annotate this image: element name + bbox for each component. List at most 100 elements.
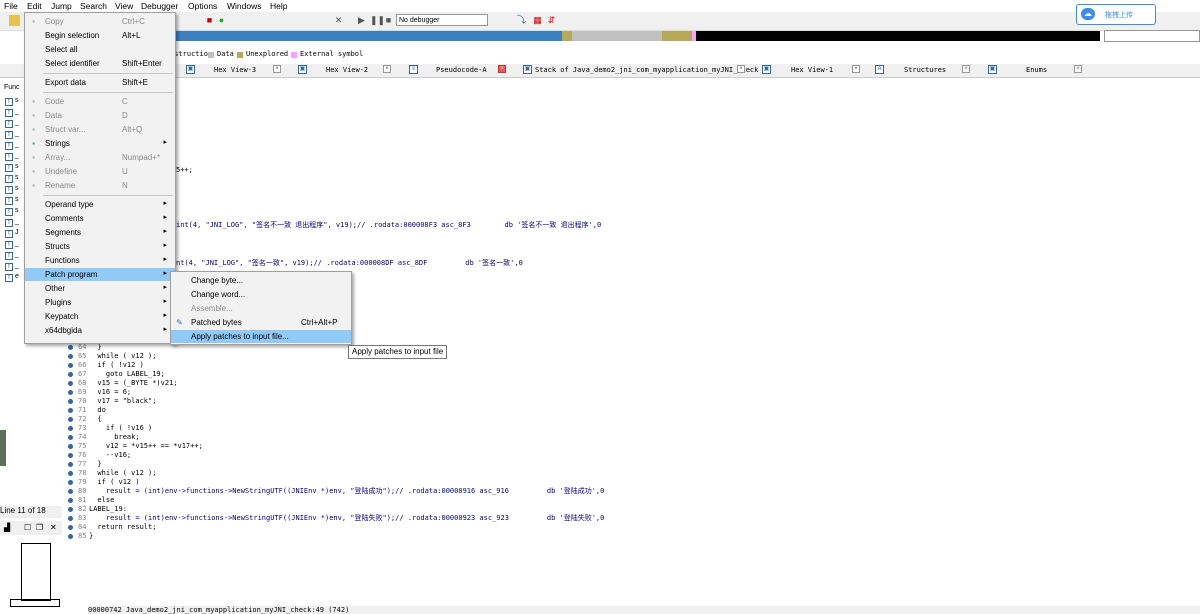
code-line[interactable]: v16 = 6; xyxy=(89,388,131,397)
stack-icon[interactable]: ▣ xyxy=(523,65,532,74)
function-item[interactable]: s xyxy=(15,97,19,104)
submenu-item-apply-patches-to-input-file[interactable]: Apply patches to input file... xyxy=(171,330,351,343)
menu-search[interactable]: Search xyxy=(80,1,107,11)
tab-pseudocode-a[interactable]: Pseudocode-A xyxy=(436,66,487,74)
function-item[interactable]: e xyxy=(15,273,19,280)
pause-icon[interactable]: ❚❚ xyxy=(370,15,385,26)
code-line[interactable]: while ( v12 ); xyxy=(89,352,156,361)
breakpoint-dot[interactable] xyxy=(68,453,73,458)
breakpoint-dot[interactable] xyxy=(68,444,73,449)
function-item[interactable]: s xyxy=(15,185,19,192)
navigation-band[interactable] xyxy=(176,31,1100,41)
tab-structures[interactable]: Structures xyxy=(904,66,946,74)
menu-item-code[interactable]: ▪ Code C xyxy=(25,95,175,108)
function-item[interactable]: s xyxy=(15,174,19,181)
code-line[interactable]: 5++; xyxy=(176,166,193,175)
breakpoint-dot[interactable] xyxy=(68,381,73,386)
menu-item-copy[interactable]: ▪ Copy Ctrl+C xyxy=(25,15,175,28)
close-icon[interactable]: × xyxy=(962,65,970,73)
function-item[interactable]: _ xyxy=(15,130,19,137)
menu-item-patch-program[interactable]: Patch program ▸ xyxy=(25,268,175,281)
menu-help[interactable]: Help xyxy=(270,1,287,11)
code-line[interactable]: } xyxy=(89,343,101,352)
xref-icon[interactable]: ⇵ xyxy=(546,15,557,26)
menu-item-structs[interactable]: Structs ▸ xyxy=(25,240,175,253)
breakpoint-dot[interactable] xyxy=(68,498,73,503)
code-line[interactable]: goto LABEL_19; xyxy=(89,370,165,379)
breakpoint-dot[interactable] xyxy=(68,417,73,422)
function-item[interactable]: _ xyxy=(15,218,19,225)
menu-item-keypatch[interactable]: Keypatch ▸ xyxy=(25,310,175,323)
submenu-item-patched-bytes[interactable]: ✎ Patched bytes Ctrl+Alt+P xyxy=(171,316,351,329)
tab-stack-of-java-demo2-jni-com-myapplication-myjni-check[interactable]: Stack of Java_demo2_jni_com_myapplicatio… xyxy=(535,66,758,74)
menu-item-undefine[interactable]: ▪ Undefine U xyxy=(25,165,175,178)
structures-icon[interactable]: A xyxy=(875,65,884,74)
breakpoint-dot[interactable] xyxy=(68,345,73,350)
breakpoint-dot[interactable] xyxy=(68,516,73,521)
code-line[interactable]: v17 = "black"; xyxy=(89,397,156,406)
cloud-upload-button[interactable]: ☁ 拖拽上传 xyxy=(1076,4,1156,25)
menu-item-strings[interactable]: ▪ Strings ▸ xyxy=(25,137,175,150)
close-icon[interactable]: × xyxy=(1074,65,1082,73)
debugger-select[interactable]: No debugger xyxy=(396,14,488,26)
address-combo[interactable] xyxy=(1104,30,1200,42)
code-line[interactable]: int(4, "JNI_LOG", "签名不一致 退出程序", v19);// … xyxy=(176,221,601,230)
close-icon[interactable]: × xyxy=(498,65,506,73)
code-line[interactable]: if ( v12 ) xyxy=(89,478,139,487)
function-item[interactable]: s xyxy=(15,163,19,170)
menu-item-comments[interactable]: Comments ▸ xyxy=(25,212,175,225)
hex-view-icon[interactable]: ▣ xyxy=(186,65,195,74)
menu-item-x64dbgida[interactable]: x64dbgida ▸ xyxy=(25,324,175,337)
maximize-icon[interactable]: ☐ xyxy=(24,523,31,532)
menu-item-segments[interactable]: Segments ▸ xyxy=(25,226,175,239)
submenu-item-assemble[interactable]: Assemble... xyxy=(171,302,351,315)
restore-icon[interactable]: ❐ xyxy=(36,523,43,532)
function-item[interactable]: s xyxy=(15,196,19,203)
tab-enums[interactable]: Enums xyxy=(1026,66,1047,74)
breakpoint-dot[interactable] xyxy=(68,471,73,476)
code-line[interactable]: { xyxy=(89,415,101,424)
code-line[interactable]: v15 = (_BYTE *)v21; xyxy=(89,379,177,388)
menu-edit[interactable]: Edit xyxy=(27,1,42,11)
menu-item-select-all[interactable]: Select all xyxy=(25,43,175,56)
menu-item-begin-selection[interactable]: Begin selection Alt+L xyxy=(25,29,175,42)
menu-item-data[interactable]: ▪ Data D xyxy=(25,109,175,122)
code-line[interactable]: else xyxy=(89,496,114,505)
breakpoint-dot[interactable] xyxy=(68,507,73,512)
code-line[interactable]: if ( !v12 ) xyxy=(89,361,143,370)
menu-item-struct-var[interactable]: ▪ Struct var... Alt+Q xyxy=(25,123,175,136)
menu-item-array[interactable]: ▪ Array... Numpad+* xyxy=(25,151,175,164)
menu-view[interactable]: View xyxy=(115,1,133,11)
code-line[interactable]: result = (int)env->functions->NewStringU… xyxy=(89,487,605,496)
hex-view-icon[interactable]: ▣ xyxy=(762,65,771,74)
enums-icon[interactable]: ▣ xyxy=(988,65,997,74)
breakpoint-dot[interactable] xyxy=(68,354,73,359)
close-icon[interactable]: × xyxy=(852,65,860,73)
code-line[interactable]: nt(4, "JNI_LOG", "签名一致", v19);// .rodata… xyxy=(176,259,523,268)
stop-icon[interactable]: ■ xyxy=(204,15,215,26)
submenu-item-change-byte[interactable]: Change byte... xyxy=(171,274,351,287)
code-line[interactable]: do xyxy=(89,406,105,415)
breakpoint-dot[interactable] xyxy=(68,372,73,377)
function-item[interactable]: _ xyxy=(15,141,19,148)
graph-icon[interactable]: ▦ xyxy=(532,15,543,26)
tab-hex-view-1[interactable]: Hex View-1 xyxy=(791,66,833,74)
menu-debugger[interactable]: Debugger xyxy=(141,1,178,11)
function-item[interactable]: _ xyxy=(15,240,19,247)
code-line[interactable]: break; xyxy=(89,433,139,442)
hex-view-icon[interactable]: ▣ xyxy=(298,65,307,74)
code-line[interactable]: } xyxy=(89,460,101,469)
breakpoint-dot[interactable] xyxy=(68,408,73,413)
code-line[interactable]: v12 = *v15++ == *v17++; xyxy=(89,442,203,451)
code-line[interactable]: } xyxy=(89,532,93,541)
breakpoint-dot[interactable] xyxy=(68,426,73,431)
code-line[interactable]: while ( v12 ); xyxy=(89,469,156,478)
function-item[interactable]: _ xyxy=(15,108,19,115)
pseudocode-icon[interactable]: ≡ xyxy=(409,65,418,74)
step-icon[interactable]: ⤵ xyxy=(516,15,527,26)
menu-item-operand-type[interactable]: Operand type ▸ xyxy=(25,198,175,211)
code-line[interactable]: LABEL_19: xyxy=(89,505,127,514)
menu-file[interactable]: File xyxy=(4,1,18,11)
breakpoint-dot[interactable] xyxy=(68,435,73,440)
submenu-item-change-word[interactable]: Change word... xyxy=(171,288,351,301)
